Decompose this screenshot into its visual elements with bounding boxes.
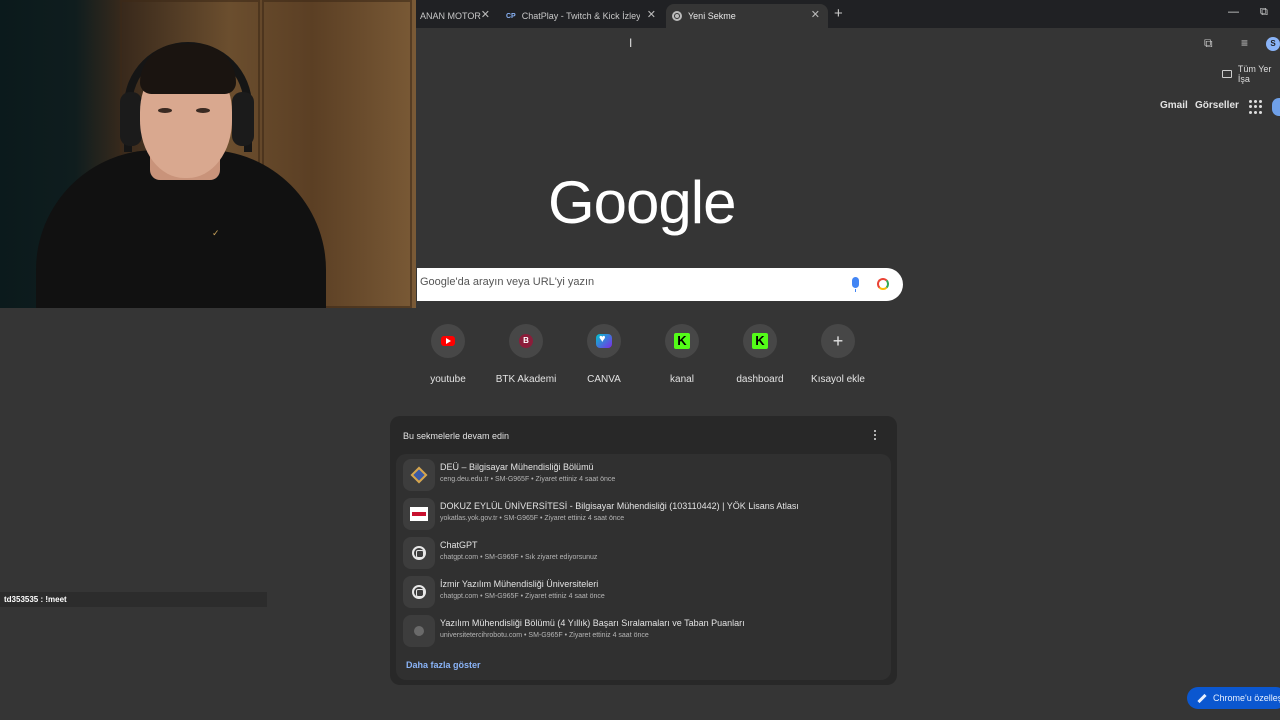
list-item[interactable]: ChatGPT chatgpt.com • SM-G965F • Sık ziy…: [401, 535, 886, 571]
tab-title: Yeni Sekme: [688, 11, 736, 21]
media-controls-icon[interactable]: ≡: [1241, 36, 1248, 50]
yok-atlas-icon: [410, 507, 428, 521]
shortcut-icon-circle: [587, 324, 621, 358]
add-shortcut-button[interactable]: + Kısayol ekle: [803, 324, 873, 385]
shortcut-icon-circle: K: [743, 324, 777, 358]
tab-title: ChatPlay - Twitch & Kick İzleyic: [521, 11, 640, 21]
list-item[interactable]: DEÜ – Bilgisayar Mühendisliği Bölümü cen…: [401, 457, 886, 493]
tab-title: ANAN MOTOR: [420, 11, 481, 21]
shortcut-label: BTK Akademi: [495, 374, 557, 385]
minimize-button[interactable]: —: [1228, 6, 1239, 18]
tab-anan-motor[interactable]: ANAN MOTOR ✕: [414, 4, 498, 28]
shortcut-icon-circle: [431, 324, 465, 358]
webcam-overlay: ✓: [0, 0, 416, 308]
item-meta: chatgpt.com • SM-G965F • Sık ziyaret edi…: [440, 554, 598, 561]
chatgpt-icon: [412, 546, 426, 560]
search-box[interactable]: [417, 268, 903, 301]
nike-logo-icon: ✓: [212, 228, 220, 238]
shortcut-btk-akademi[interactable]: B BTK Akademi: [491, 324, 561, 385]
canva-icon: [596, 333, 612, 348]
item-title: İzmir Yazılım Mühendisliği Üniversiteler…: [440, 579, 599, 589]
shortcut-kanal[interactable]: K kanal: [647, 324, 717, 385]
list-item[interactable]: İzmir Yazılım Mühendisliği Üniversiteler…: [401, 574, 886, 610]
pencil-icon: [1197, 693, 1207, 704]
google-logo: Google: [548, 169, 736, 236]
kick-icon: K: [674, 333, 690, 349]
search-input[interactable]: [420, 276, 820, 288]
account-avatar[interactable]: [1272, 98, 1280, 116]
customize-chrome-button[interactable]: Chrome'u özelleştir: [1187, 687, 1280, 709]
site-favicon: [403, 576, 435, 608]
shortcut-label: Kısayol ekle: [811, 374, 865, 385]
folder-icon: [1222, 70, 1232, 78]
site-favicon: [403, 537, 435, 569]
shortcut-icon-circle: +: [821, 324, 855, 358]
shortcut-label: dashboard: [736, 374, 784, 385]
text-cursor-icon: I: [629, 36, 633, 50]
voice-search-icon[interactable]: [852, 277, 859, 292]
item-meta: chatgpt.com • SM-G965F • Ziyaret ettiniz…: [440, 593, 605, 600]
google-apps-icon[interactable]: [1249, 100, 1263, 114]
shortcut-icon-circle: B: [509, 324, 543, 358]
kick-icon: K: [752, 333, 768, 349]
site-favicon: [403, 498, 435, 530]
restore-button[interactable]: ⧉: [1260, 6, 1268, 19]
more-options-icon[interactable]: [874, 430, 876, 440]
extensions-icon[interactable]: ⧉: [1204, 36, 1213, 51]
shortcut-dashboard[interactable]: K dashboard: [725, 324, 795, 385]
item-meta: universitetercihrobotu.com • SM-G965F • …: [440, 632, 649, 639]
new-tab-button[interactable]: +: [834, 5, 843, 22]
show-more-link[interactable]: Daha fazla göster: [406, 660, 481, 670]
site-favicon: [403, 615, 435, 647]
customize-label: Chrome'u özelleştir: [1213, 693, 1280, 703]
item-title: Yazılım Mühendisliği Bölümü (4 Yıllık) B…: [440, 618, 745, 628]
item-meta: ceng.deu.edu.tr • SM-G965F • Ziyaret ett…: [440, 476, 616, 483]
list-item[interactable]: Yazılım Mühendisliği Bölümü (4 Yıllık) B…: [401, 613, 886, 649]
close-icon[interactable]: ✕: [811, 8, 820, 21]
person-eye: [196, 108, 210, 113]
shortcut-label: youtube: [430, 374, 466, 385]
deu-logo-icon: [410, 466, 428, 484]
gmail-link[interactable]: Gmail: [1160, 100, 1188, 111]
headphone-cup: [232, 92, 254, 146]
chatgpt-icon: [412, 585, 426, 599]
site-favicon: [403, 459, 435, 491]
person-eye: [158, 108, 172, 113]
item-title: DOKUZ EYLÜL ÜNİVERSİTESİ - Bilgisayar Mü…: [440, 501, 799, 511]
chatplay-favicon-icon: CP: [506, 12, 516, 20]
headphone-cup: [120, 92, 142, 146]
tab-chatplay[interactable]: CP ChatPlay - Twitch & Kick İzleyic ✕: [500, 4, 664, 28]
btk-icon: B: [519, 334, 533, 348]
card-title: Bu sekmelerle devam edin: [403, 431, 510, 441]
google-lens-icon[interactable]: [877, 278, 889, 290]
close-icon[interactable]: ✕: [481, 8, 490, 21]
plus-icon: +: [832, 330, 844, 351]
shortcut-canva[interactable]: CANVA: [569, 324, 639, 385]
youtube-icon: [441, 336, 455, 346]
shortcut-label: kanal: [670, 374, 694, 385]
item-meta: yokatlas.yok.gov.tr • SM-G965F • Ziyaret…: [440, 515, 625, 522]
browser-window: ANAN MOTOR ✕ CP ChatPlay - Twitch & Kick…: [0, 0, 1280, 720]
bookmark-label: Tüm Yer İşa: [1237, 64, 1272, 84]
shortcut-label: CANVA: [587, 374, 621, 385]
images-link[interactable]: Görseller: [1195, 100, 1239, 111]
chat-message: td353535 : !meet: [0, 592, 267, 607]
chrome-favicon-icon: [672, 11, 682, 21]
shortcut-icon-circle: K: [665, 324, 699, 358]
globe-icon: [414, 626, 424, 636]
tab-list: DEÜ – Bilgisayar Mühendisliği Bölümü cen…: [396, 454, 891, 680]
close-icon[interactable]: ✕: [647, 8, 656, 21]
all-bookmarks-folder[interactable]: Tüm Yer İşa: [1222, 64, 1280, 84]
continue-tabs-card: Bu sekmelerle devam edin DEÜ – Bilgisaya…: [390, 416, 897, 685]
profile-avatar[interactable]: S: [1266, 37, 1280, 51]
list-item[interactable]: DOKUZ EYLÜL ÜNİVERSİTESİ - Bilgisayar Mü…: [401, 496, 886, 532]
item-title: DEÜ – Bilgisayar Mühendisliği Bölümü: [440, 462, 594, 472]
shortcut-youtube[interactable]: youtube: [413, 324, 483, 385]
item-title: ChatGPT: [440, 540, 478, 550]
tab-new-tab[interactable]: Yeni Sekme ✕: [666, 4, 828, 28]
